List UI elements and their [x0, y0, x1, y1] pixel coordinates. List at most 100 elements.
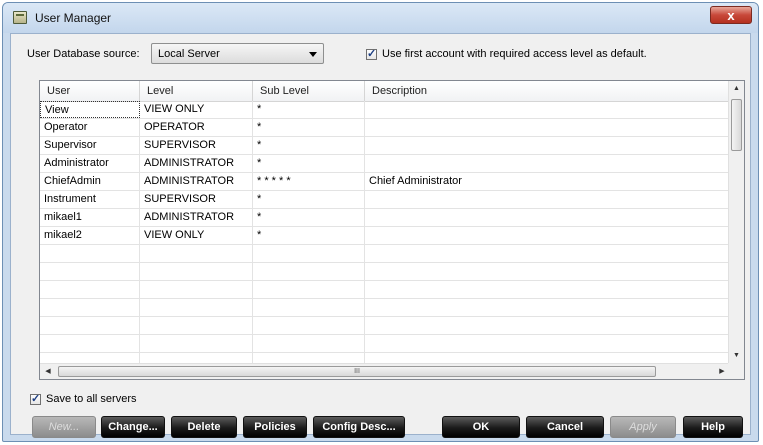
horizontal-scrollbar[interactable]: ◀ III ▶	[40, 363, 730, 379]
cell-sublevel[interactable]	[253, 299, 365, 316]
change-button[interactable]: Change...	[101, 416, 165, 438]
cell-description[interactable]	[365, 263, 730, 280]
cell-level[interactable]	[140, 281, 253, 298]
cell-level[interactable]: VIEW ONLY	[140, 227, 253, 244]
table-row-empty[interactable]	[40, 317, 730, 335]
title-bar[interactable]: User Manager x	[3, 3, 758, 33]
table-row[interactable]: mikael2 VIEW ONLY *	[40, 227, 730, 245]
cell-level[interactable]	[140, 317, 253, 334]
cell-user[interactable]	[40, 335, 140, 352]
cell-sublevel[interactable]: *	[253, 119, 365, 136]
table-row-empty[interactable]	[40, 299, 730, 317]
ok-button[interactable]: OK	[442, 416, 520, 438]
table-row[interactable]: View VIEW ONLY *	[40, 101, 730, 119]
cell-level[interactable]	[140, 299, 253, 316]
default-account-checkbox[interactable]: ✓	[366, 48, 377, 60]
cell-sublevel[interactable]: *	[253, 101, 365, 118]
cell-description[interactable]	[365, 191, 730, 208]
cell-level[interactable]	[140, 335, 253, 352]
cell-sublevel[interactable]: *	[253, 137, 365, 154]
cell-description[interactable]	[365, 281, 730, 298]
column-header-sublevel[interactable]: Sub Level	[253, 81, 365, 101]
cancel-button[interactable]: Cancel	[526, 416, 604, 438]
vertical-scroll-thumb[interactable]	[731, 99, 742, 151]
column-header-description[interactable]: Description	[365, 81, 730, 101]
cell-user[interactable]	[40, 317, 140, 334]
cell-sublevel[interactable]	[253, 317, 365, 334]
cell-description[interactable]	[365, 209, 730, 226]
table-row[interactable]: mikael1 ADMINISTRATOR *	[40, 209, 730, 227]
cell-level[interactable]: OPERATOR	[140, 119, 253, 136]
table-row-empty[interactable]	[40, 281, 730, 299]
apply-button[interactable]: Apply	[610, 416, 676, 438]
cell-user[interactable]: mikael2	[40, 227, 140, 244]
dialog-body: User Database source: Local Server ✓ Use…	[10, 33, 751, 438]
cell-level[interactable]: ADMINISTRATOR	[140, 173, 253, 190]
cell-sublevel[interactable]: *	[253, 209, 365, 226]
cell-level[interactable]: ADMINISTRATOR	[140, 155, 253, 172]
cell-description[interactable]	[365, 299, 730, 316]
table-header: User Level Sub Level Description	[40, 81, 730, 102]
cell-description[interactable]	[365, 245, 730, 262]
cell-user[interactable]	[40, 263, 140, 280]
cell-user[interactable]: Operator	[40, 119, 140, 136]
cell-description[interactable]	[365, 317, 730, 334]
column-header-user[interactable]: User	[40, 81, 140, 101]
cell-sublevel[interactable]: * * * * *	[253, 173, 365, 190]
table-row[interactable]: Administrator ADMINISTRATOR *	[40, 155, 730, 173]
cell-level[interactable]	[140, 245, 253, 262]
cell-description[interactable]	[365, 119, 730, 136]
horizontal-scroll-thumb[interactable]: III	[58, 366, 656, 377]
cell-level[interactable]: ADMINISTRATOR	[140, 209, 253, 226]
cell-description[interactable]	[365, 155, 730, 172]
checkmark-icon: ✓	[31, 393, 41, 405]
cell-level[interactable]	[140, 263, 253, 280]
scroll-up-icon[interactable]: ▲	[729, 81, 744, 97]
column-header-level[interactable]: Level	[140, 81, 253, 101]
table-row[interactable]: Operator OPERATOR *	[40, 119, 730, 137]
new-button[interactable]: New...	[32, 416, 96, 438]
cell-user[interactable]: Instrument	[40, 191, 140, 208]
cell-sublevel[interactable]: *	[253, 191, 365, 208]
cell-sublevel[interactable]	[253, 245, 365, 262]
table-row[interactable]: Supervisor SUPERVISOR *	[40, 137, 730, 155]
cell-user[interactable]	[40, 281, 140, 298]
table-row[interactable]: Instrument SUPERVISOR *	[40, 191, 730, 209]
cell-level[interactable]: SUPERVISOR	[140, 191, 253, 208]
scroll-down-icon[interactable]: ▼	[729, 348, 744, 364]
table-row-empty[interactable]	[40, 245, 730, 263]
cell-description[interactable]: Chief Administrator	[365, 173, 730, 190]
table-row-empty[interactable]	[40, 335, 730, 353]
scroll-left-icon[interactable]: ◀	[40, 364, 56, 379]
chevron-down-icon	[309, 52, 317, 57]
cell-level[interactable]: SUPERVISOR	[140, 137, 253, 154]
cell-sublevel[interactable]: *	[253, 227, 365, 244]
cell-description[interactable]	[365, 227, 730, 244]
database-source-dropdown[interactable]: Local Server	[151, 43, 324, 64]
vertical-scrollbar[interactable]: ▲ ▼	[728, 81, 744, 364]
cell-level[interactable]: VIEW ONLY	[140, 101, 253, 118]
cell-user[interactable]: ChiefAdmin	[40, 173, 140, 190]
cell-user[interactable]: View	[40, 101, 140, 118]
delete-button[interactable]: Delete	[171, 416, 237, 438]
table-row-empty[interactable]	[40, 263, 730, 281]
save-all-servers-checkbox[interactable]: ✓	[30, 393, 41, 405]
users-table: User Level Sub Level Description View VIE…	[39, 80, 745, 380]
cell-description[interactable]	[365, 137, 730, 154]
help-button[interactable]: Help	[683, 416, 743, 438]
cell-sublevel[interactable]	[253, 263, 365, 280]
cell-description[interactable]	[365, 335, 730, 352]
cell-description[interactable]	[365, 101, 730, 118]
policies-button[interactable]: Policies	[243, 416, 307, 438]
cell-sublevel[interactable]: *	[253, 155, 365, 172]
table-row[interactable]: ChiefAdmin ADMINISTRATOR * * * * * Chief Ad…	[40, 173, 730, 191]
cell-user[interactable]: Administrator	[40, 155, 140, 172]
cell-user[interactable]: mikael1	[40, 209, 140, 226]
cell-sublevel[interactable]	[253, 335, 365, 352]
cell-user[interactable]	[40, 299, 140, 316]
cell-user[interactable]	[40, 245, 140, 262]
cell-user[interactable]: Supervisor	[40, 137, 140, 154]
config-desc-button[interactable]: Config Desc...	[313, 416, 405, 438]
close-button[interactable]: x	[710, 6, 752, 24]
cell-sublevel[interactable]	[253, 281, 365, 298]
